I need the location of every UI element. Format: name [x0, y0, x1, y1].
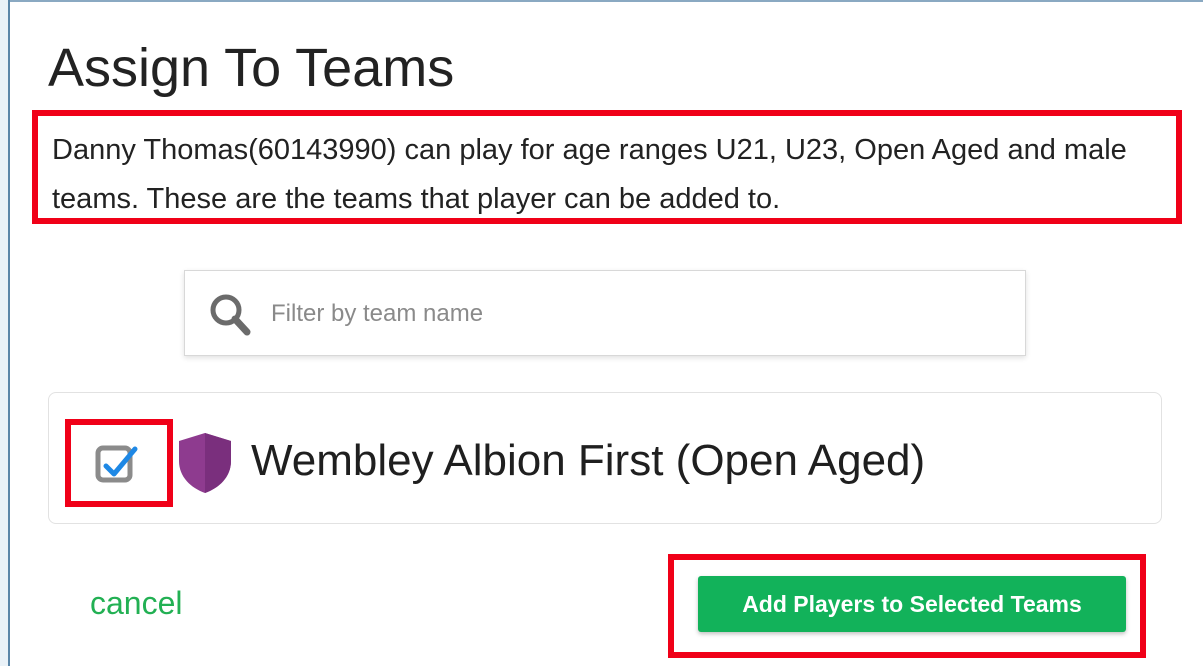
checkbox-highlight [65, 419, 173, 507]
add-button-highlight: Add Players to Selected Teams [668, 554, 1146, 658]
team-checkbox[interactable] [95, 443, 139, 487]
shield-icon [179, 433, 231, 493]
team-list-item[interactable]: Wembley Albion First (Open Aged) [48, 392, 1162, 524]
team-search-box[interactable] [184, 270, 1026, 356]
team-filter-input[interactable] [271, 295, 971, 333]
search-icon [210, 294, 251, 336]
window-edge [0, 0, 10, 666]
add-players-button[interactable]: Add Players to Selected Teams [698, 576, 1126, 632]
eligibility-description: Danny Thomas(60143990) can play for age … [52, 134, 1127, 215]
team-name: Wembley Albion First (Open Aged) [251, 436, 926, 485]
dialog-title: Assign To Teams [48, 38, 455, 98]
cancel-link[interactable]: cancel [90, 582, 183, 624]
assign-to-teams-dialog: Assign To Teams Danny Thomas(60143990) c… [10, 2, 1203, 666]
description-highlight: Danny Thomas(60143990) can play for age … [32, 110, 1182, 224]
